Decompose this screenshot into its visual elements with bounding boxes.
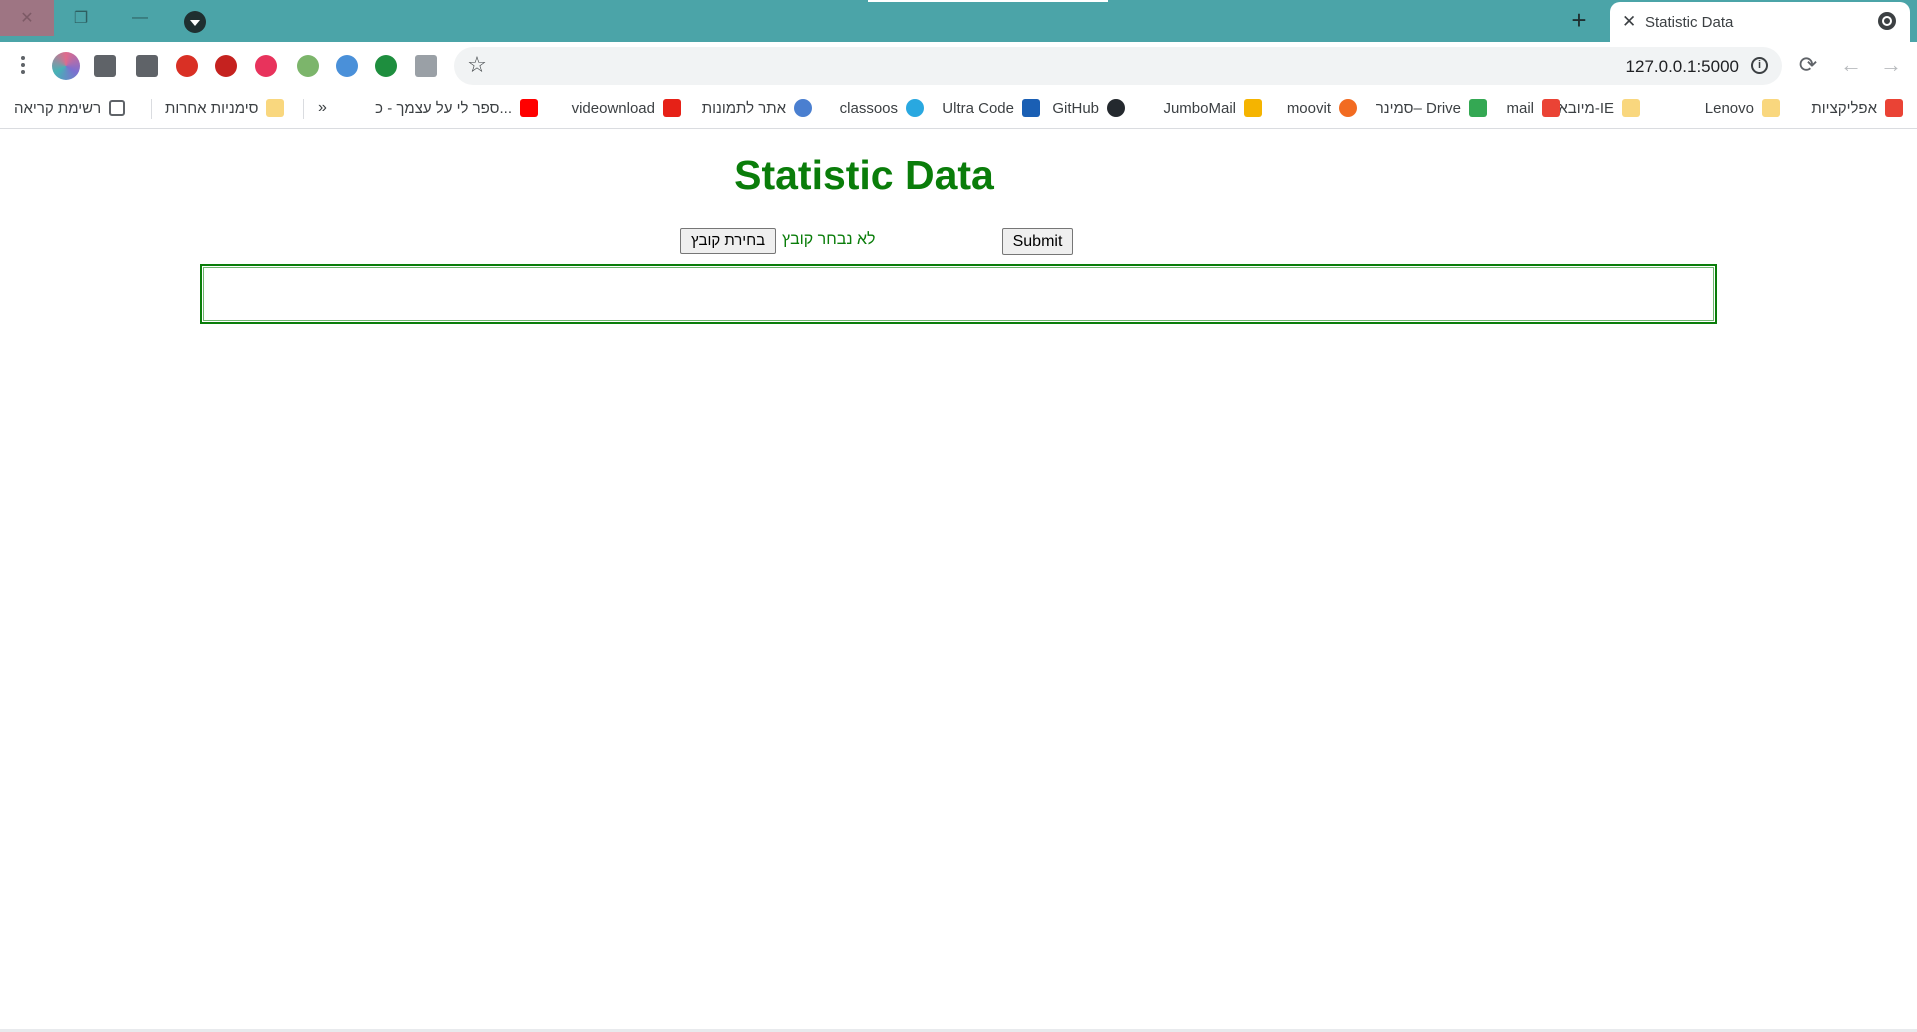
jumbomail-icon	[1244, 99, 1262, 117]
bookmarks-bar: רשימת קריאה סימניות אחרות » אפליקציות Len…	[0, 89, 1917, 129]
back-button[interactable]: ←	[1837, 51, 1865, 79]
bookmark-item[interactable]: mail	[1506, 97, 1560, 119]
bookmark-item[interactable]: videownload	[572, 97, 681, 119]
tab-search-icon[interactable]	[184, 11, 206, 33]
tab-statistic-data[interactable]: ✕ Statistic Data	[1610, 2, 1910, 42]
browser-toolbar: 127.0.0.1:5000 i ☆ ⟳ ← →	[0, 42, 1917, 89]
folder-icon	[1762, 99, 1780, 117]
reading-list-label: רשימת קריאה	[14, 99, 102, 117]
bookmark-label: GitHub	[1052, 99, 1099, 117]
bookmark-item[interactable]: סמינר– Drive	[1376, 97, 1487, 119]
window-titlebar: ✕ ❐ — + ✕ Statistic Data	[0, 0, 1917, 42]
bookmark-label: ספר לי על עצמך - כ...	[375, 99, 512, 117]
bookmarks-divider	[151, 99, 152, 119]
bookmark-label: אתר לתמונות	[701, 99, 786, 117]
url-text[interactable]: 127.0.0.1:5000	[1626, 57, 1739, 77]
bookmark-item[interactable]: Lenovo	[1705, 97, 1780, 119]
forward-button[interactable]: →	[1877, 51, 1905, 79]
youtube-icon	[520, 99, 538, 117]
bookmarks-divider	[303, 99, 304, 119]
bookmark-item[interactable]: classoos	[840, 97, 924, 119]
apps-grid-icon	[1885, 99, 1903, 117]
titlebar-highlight	[868, 0, 1108, 2]
window-minimize-button[interactable]: —	[113, 0, 167, 36]
google-drive-icon	[1469, 99, 1487, 117]
playlist-icon[interactable]	[94, 55, 116, 77]
bookmark-label: classoos	[839, 99, 898, 117]
ultra-code-icon	[1022, 99, 1040, 117]
globe-icon	[1878, 12, 1896, 30]
bookmark-item[interactable]: GitHub	[1052, 97, 1125, 119]
green-mail-extension-icon[interactable]	[297, 55, 319, 77]
gmail-icon	[1542, 99, 1560, 117]
bookmark-item[interactable]: JumboMail	[1163, 97, 1262, 119]
reading-list-button[interactable]: רשימת קריאה	[14, 97, 126, 119]
other-bookmarks-button[interactable]: סימניות אחרות	[165, 97, 285, 119]
grey-card-extension-icon[interactable]	[415, 55, 437, 77]
photo-site-icon	[794, 99, 812, 117]
bookmark-label: סמינר– Drive	[1375, 99, 1461, 117]
bookmarks-overflow-button[interactable]: »	[318, 97, 327, 119]
moovit-icon	[1339, 99, 1357, 117]
reading-list-icon	[109, 100, 126, 116]
bookmark-label: moovit	[1286, 99, 1331, 117]
address-bar[interactable]: 127.0.0.1:5000 i	[454, 47, 1782, 85]
tab-title: Statistic Data	[1645, 14, 1734, 31]
red-badge-extension-icon[interactable]	[215, 55, 237, 77]
bookmark-label: videownload	[571, 99, 655, 117]
bookmark-star-icon[interactable]: ☆	[463, 51, 491, 79]
page-title: Statistic Data	[734, 152, 994, 198]
blue-image-extension-icon[interactable]	[336, 55, 358, 77]
menu-dots-icon[interactable]	[21, 56, 25, 77]
puzzle-extensions-icon[interactable]	[136, 55, 158, 77]
bookmark-item[interactable]: Ultra Code	[942, 97, 1040, 119]
window-restore-button[interactable]: ❐	[54, 0, 108, 36]
classoos-icon	[906, 99, 924, 117]
bookmark-item[interactable]: אפליקציות	[1811, 97, 1903, 119]
green-s-extension-icon[interactable]	[375, 55, 397, 77]
youtube-icon	[663, 99, 681, 117]
folder-icon	[1622, 99, 1640, 117]
bookmark-label: אפליקציות	[1811, 99, 1877, 117]
red-bolt-extension-icon[interactable]	[176, 55, 198, 77]
site-info-icon[interactable]: i	[1751, 57, 1768, 74]
bookmark-item[interactable]: ספר לי על עצמך - כ...	[375, 97, 538, 119]
bookmark-item[interactable]: moovit	[1287, 97, 1357, 119]
window-close-button[interactable]: ✕	[0, 0, 54, 36]
reload-button[interactable]: ⟳	[1794, 51, 1822, 79]
bookmark-item[interactable]: אתר לתמונות	[702, 97, 812, 119]
results-box	[200, 264, 1717, 324]
choose-file-button[interactable]: בחירת קובץ	[680, 228, 776, 254]
bookmark-label: JumboMail	[1163, 99, 1236, 117]
file-status-text: לא נבחר קובץ	[782, 231, 876, 248]
other-bookmarks-label: סימניות אחרות	[165, 99, 259, 117]
new-tab-button[interactable]: +	[1565, 6, 1593, 34]
github-icon	[1107, 99, 1125, 117]
folder-icon	[266, 99, 285, 117]
submit-button[interactable]: Submit	[1002, 228, 1073, 255]
bookmark-label: mail	[1506, 99, 1534, 117]
tab-close-icon[interactable]: ✕	[1622, 12, 1636, 32]
bookmark-label: Ultra Code	[942, 99, 1014, 117]
pink-at-extension-icon[interactable]	[255, 55, 277, 77]
profile-avatar[interactable]	[52, 52, 80, 80]
bookmark-label: Lenovo	[1704, 99, 1754, 117]
